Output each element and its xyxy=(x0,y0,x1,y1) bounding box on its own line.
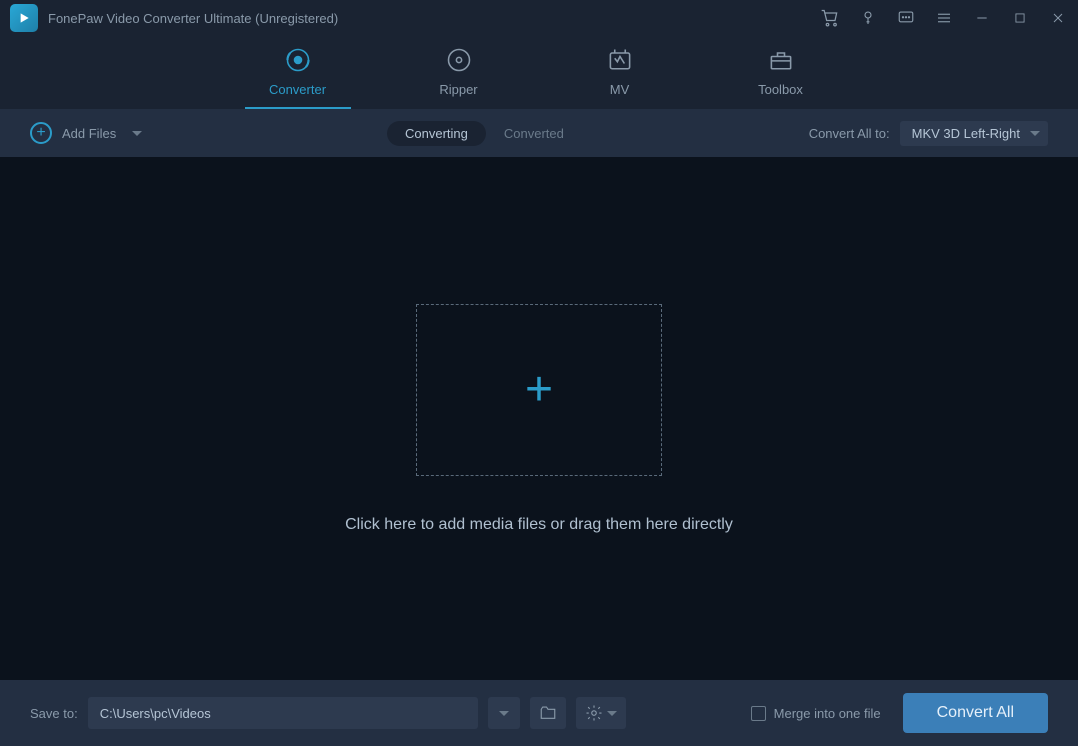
merge-label: Merge into one file xyxy=(774,706,881,721)
maximize-icon[interactable] xyxy=(1010,8,1030,28)
toolbox-icon xyxy=(767,46,795,74)
ripper-icon xyxy=(445,46,473,74)
mv-icon xyxy=(606,46,634,74)
titlebar-actions xyxy=(820,8,1068,28)
key-icon[interactable] xyxy=(858,8,878,28)
toolbar: Add Files Converting Converted Convert A… xyxy=(0,109,1078,157)
tab-converting[interactable]: Converting xyxy=(387,121,486,146)
save-path-value: C:\Users\pc\Videos xyxy=(100,706,211,721)
chevron-down-icon xyxy=(607,711,617,716)
drop-area[interactable]: + Click here to add media files or drag … xyxy=(0,157,1078,680)
convert-all-label: Convert All to: xyxy=(809,126,890,141)
add-files-label: Add Files xyxy=(62,126,116,141)
nav-label: MV xyxy=(610,82,630,97)
drop-hint: Click here to add media files or drag th… xyxy=(345,516,733,534)
feedback-icon[interactable] xyxy=(896,8,916,28)
status-tabs: Converting Converted xyxy=(387,121,564,146)
tab-converted[interactable]: Converted xyxy=(504,126,564,141)
convert-all-button[interactable]: Convert All xyxy=(903,693,1048,733)
titlebar: FonePaw Video Converter Ultimate (Unregi… xyxy=(0,0,1078,36)
merge-checkbox[interactable]: Merge into one file xyxy=(751,706,881,721)
tab-mv[interactable]: MV xyxy=(567,46,673,109)
nav-label: Converter xyxy=(269,82,326,97)
checkbox-icon xyxy=(751,706,766,721)
close-icon[interactable] xyxy=(1048,8,1068,28)
plus-icon: + xyxy=(525,366,553,414)
add-media-dropzone[interactable]: + xyxy=(416,304,662,476)
chevron-down-icon xyxy=(132,131,142,136)
menu-icon[interactable] xyxy=(934,8,954,28)
tab-ripper[interactable]: Ripper xyxy=(406,46,512,109)
minimize-icon[interactable] xyxy=(972,8,992,28)
browse-folder-button[interactable] xyxy=(530,697,566,729)
main-nav: Converter Ripper MV Toolbox xyxy=(0,36,1078,109)
tab-toolbox[interactable]: Toolbox xyxy=(728,46,834,109)
bottom-bar: Save to: C:\Users\pc\Videos Merge into o… xyxy=(0,680,1078,746)
plus-circle-icon xyxy=(30,122,52,144)
format-value: MKV 3D Left-Right xyxy=(912,126,1020,141)
save-path-dropdown[interactable] xyxy=(488,697,520,729)
add-files-button[interactable]: Add Files xyxy=(30,122,142,144)
nav-label: Ripper xyxy=(439,82,477,97)
tab-converter[interactable]: Converter xyxy=(245,46,351,109)
settings-button[interactable] xyxy=(576,697,626,729)
app-logo xyxy=(10,4,38,32)
convert-all-to: Convert All to: MKV 3D Left-Right xyxy=(809,121,1048,146)
cart-icon[interactable] xyxy=(820,8,840,28)
chevron-down-icon xyxy=(1030,131,1040,136)
nav-label: Toolbox xyxy=(758,82,803,97)
format-select[interactable]: MKV 3D Left-Right xyxy=(900,121,1048,146)
save-to-label: Save to: xyxy=(30,706,78,721)
save-path-input[interactable]: C:\Users\pc\Videos xyxy=(88,697,478,729)
converter-icon xyxy=(284,46,312,74)
chevron-down-icon xyxy=(499,711,509,716)
app-title: FonePaw Video Converter Ultimate (Unregi… xyxy=(48,11,338,26)
